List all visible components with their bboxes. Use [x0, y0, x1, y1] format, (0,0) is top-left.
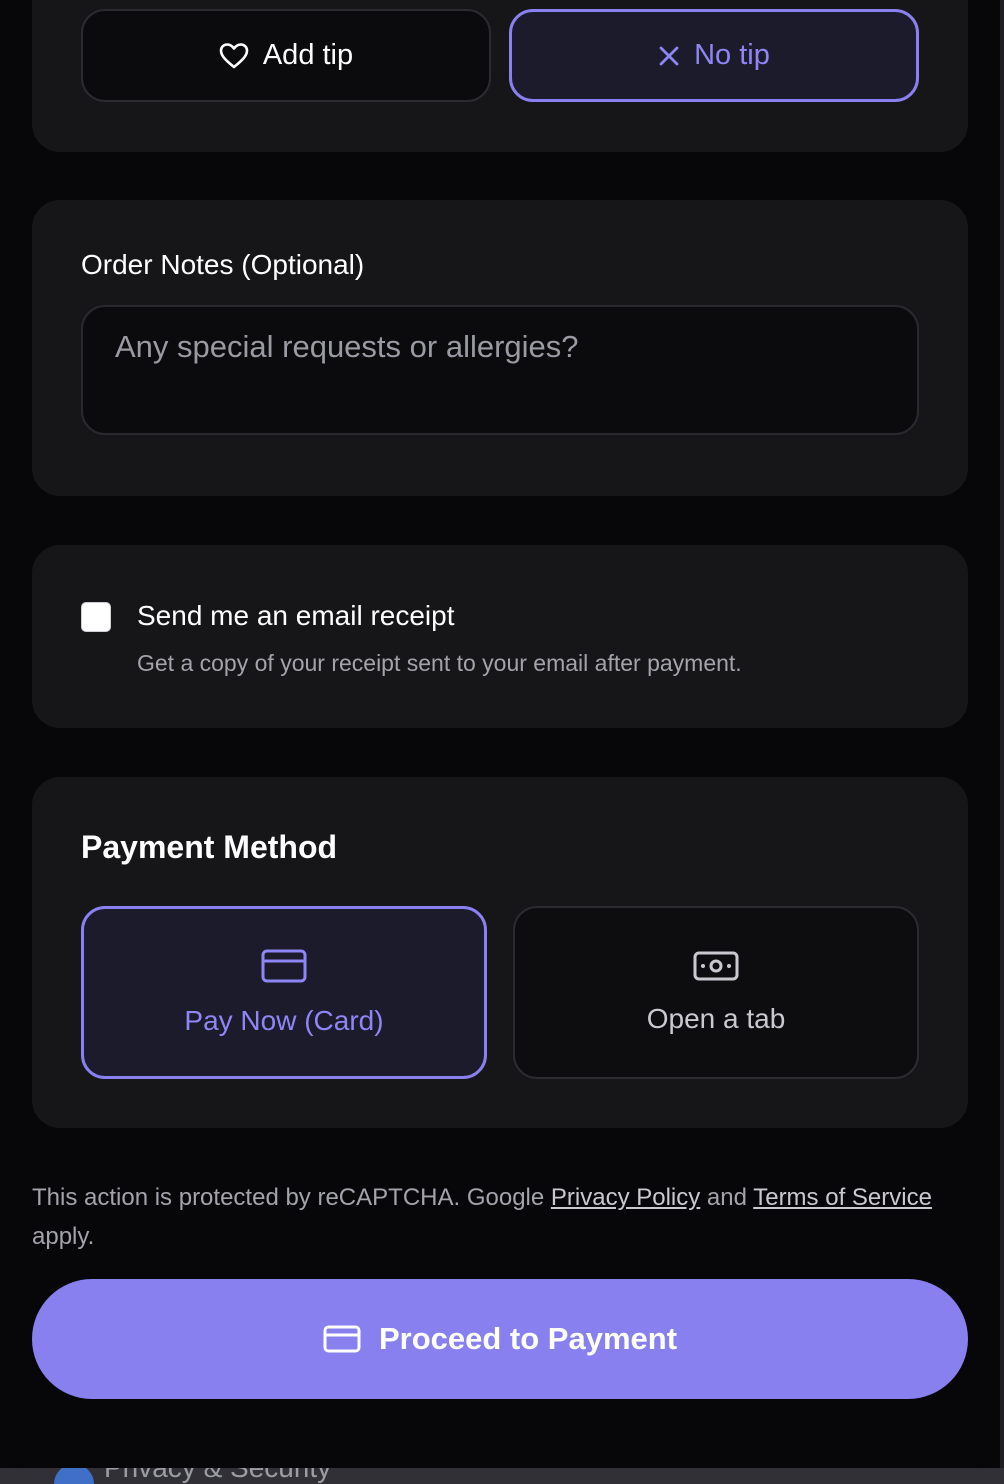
- order-notes-input[interactable]: [81, 305, 919, 435]
- email-receipt-subtitle: Get a copy of your receipt sent to your …: [137, 650, 742, 676]
- add-tip-label: Add tip: [262, 39, 354, 71]
- no-tip-button[interactable]: No tip: [509, 9, 919, 102]
- pay-now-card-label: Pay Now (Card): [184, 1004, 384, 1036]
- heart-icon: [219, 42, 249, 70]
- email-receipt-title: Send me an email receipt: [137, 600, 455, 631]
- proceed-to-payment-button[interactable]: Proceed to Payment: [32, 1279, 968, 1399]
- email-receipt-card: [32, 545, 968, 728]
- credit-card-icon: [323, 1325, 361, 1353]
- background-page-peek: Privacy & Security: [0, 1468, 1004, 1484]
- shield-icon: [54, 1468, 94, 1484]
- pay-now-card-option[interactable]: Pay Now (Card): [81, 906, 487, 1079]
- open-tab-option[interactable]: Open a tab: [513, 906, 919, 1079]
- privacy-security-label: Privacy & Security: [104, 1468, 331, 1484]
- credit-card-icon: [261, 949, 307, 983]
- privacy-policy-link[interactable]: Privacy Policy: [551, 1184, 700, 1211]
- close-icon: [658, 45, 680, 67]
- payment-method-title: Payment Method: [81, 829, 338, 865]
- order-notes-label: Order Notes (Optional): [81, 249, 365, 280]
- recaptcha-notice-middle: and: [700, 1184, 754, 1211]
- recaptcha-notice-suffix: apply.: [32, 1223, 95, 1250]
- proceed-to-payment-label: Proceed to Payment: [378, 1321, 678, 1356]
- add-tip-button[interactable]: Add tip: [81, 9, 491, 102]
- recaptcha-notice: This action is protected by reCAPTCHA. G…: [32, 1178, 962, 1256]
- no-tip-label: No tip: [694, 39, 770, 71]
- open-tab-label: Open a tab: [646, 1002, 786, 1034]
- cash-icon: [693, 951, 739, 981]
- terms-of-service-link[interactable]: Terms of Service: [753, 1184, 932, 1211]
- window-edge: [1000, 0, 1004, 1468]
- email-receipt-checkbox[interactable]: [81, 602, 111, 632]
- checkout-panel: Add tip No tip Order Notes (Optional) Se…: [0, 0, 1000, 1468]
- recaptcha-notice-prefix: This action is protected by reCAPTCHA. G…: [32, 1184, 551, 1211]
